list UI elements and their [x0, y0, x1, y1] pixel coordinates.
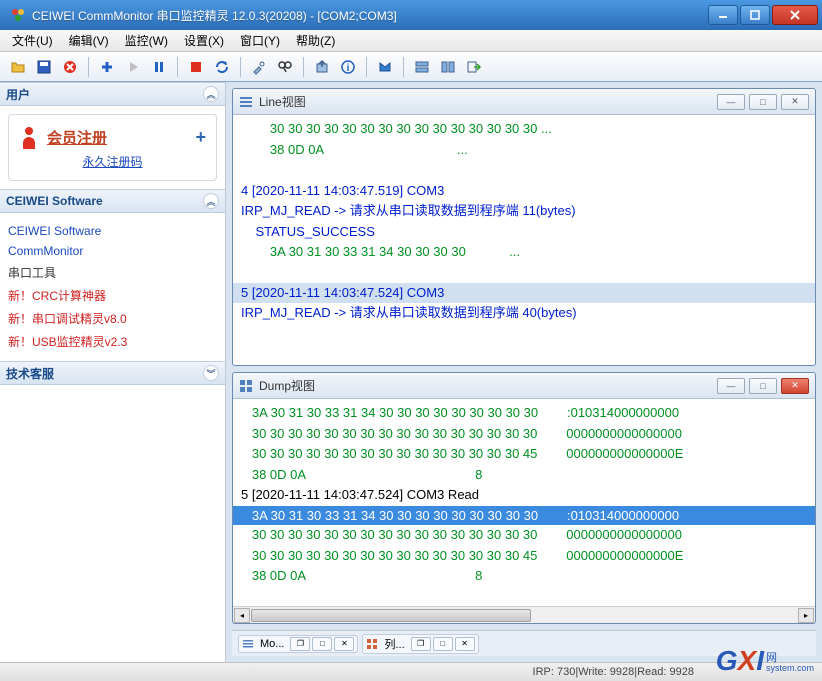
- tab-group-list: 列... ❐ □ ✕: [362, 634, 478, 654]
- menu-settings[interactable]: 设置(X): [176, 30, 232, 51]
- scroll-right-button[interactable]: ▸: [798, 608, 814, 623]
- exit-button[interactable]: [462, 55, 486, 79]
- line-view-title: Line视图: [259, 93, 717, 110]
- tab-maximize-button[interactable]: □: [433, 637, 453, 651]
- dump-view-header[interactable]: Dump视图 — □ ✕: [233, 373, 815, 399]
- tab-restore-button[interactable]: ❐: [290, 637, 310, 651]
- tab-restore-button[interactable]: ❐: [411, 637, 431, 651]
- pause-button[interactable]: [147, 55, 171, 79]
- software-panel-label: CEIWEI Software: [6, 194, 103, 208]
- add-icon[interactable]: +: [195, 127, 206, 148]
- sidebar-link-serial-debug[interactable]: 新！串口调试精灵v8.0: [8, 307, 217, 330]
- info-button[interactable]: i: [336, 55, 360, 79]
- line-view-window: Line视图 — □ ✕ 30 30 30 30 30 30 30 30 30 …: [232, 88, 816, 366]
- line-view-header[interactable]: Line视图 — □ ✕: [233, 89, 815, 115]
- menubar: 文件(U) 编辑(V) 监控(W) 设置(X) 窗口(Y) 帮助(Z): [0, 30, 822, 52]
- record-button[interactable]: [184, 55, 208, 79]
- layout1-button[interactable]: [410, 55, 434, 79]
- add-button[interactable]: [95, 55, 119, 79]
- sidebar: 用户 ︽ 会员注册 + 永久注册码 CEIWEI Software ︽ CEIW…: [0, 82, 226, 662]
- menu-help[interactable]: 帮助(Z): [288, 30, 343, 51]
- permanent-code-link[interactable]: 永久注册码: [82, 153, 142, 170]
- window-maximize-button[interactable]: [740, 5, 770, 25]
- help-button[interactable]: [373, 55, 397, 79]
- scroll-left-button[interactable]: ◂: [234, 608, 250, 623]
- tab-close-button[interactable]: ✕: [334, 637, 354, 651]
- statusbar: IRP: 730|Write: 9928|Read: 9928: [0, 662, 822, 681]
- sidebar-label-tools: 串口工具: [8, 261, 217, 284]
- chevron-up-icon[interactable]: ︽: [203, 86, 219, 102]
- support-panel-header[interactable]: 技术客服 ︾: [0, 361, 225, 385]
- list-icon: [242, 638, 254, 650]
- subwin-maximize-button[interactable]: □: [749, 94, 777, 110]
- find-button[interactable]: [273, 55, 297, 79]
- svg-text:i: i: [347, 63, 350, 74]
- app-icon: [10, 7, 26, 23]
- subwin-close-button[interactable]: ✕: [781, 94, 809, 110]
- menu-file[interactable]: 文件(U): [4, 30, 61, 51]
- tool-button[interactable]: [247, 55, 271, 79]
- sidebar-link-crc[interactable]: 新！CRC计算神器: [8, 284, 217, 307]
- tab-close-button[interactable]: ✕: [455, 637, 475, 651]
- watermark-logo: GXI 网system.com: [716, 637, 814, 677]
- tab-mo-label[interactable]: Mo...: [256, 638, 288, 650]
- window-close-button[interactable]: [772, 5, 818, 25]
- member-register-link[interactable]: 会员注册: [47, 127, 107, 148]
- person-icon: [19, 125, 39, 149]
- sidebar-link-commmonitor[interactable]: CommMonitor: [8, 241, 217, 261]
- support-panel-label: 技术客服: [6, 365, 54, 382]
- user-panel-header[interactable]: 用户 ︽: [0, 82, 225, 106]
- tab-group-mo: Mo... ❐ □ ✕: [238, 635, 358, 653]
- menu-edit[interactable]: 编辑(V): [61, 30, 117, 51]
- scroll-thumb[interactable]: [251, 609, 531, 622]
- software-panel-header[interactable]: CEIWEI Software ︽: [0, 189, 225, 213]
- list-icon: [239, 95, 253, 109]
- tab-maximize-button[interactable]: □: [312, 637, 332, 651]
- menu-window[interactable]: 窗口(Y): [232, 30, 288, 51]
- dump-view-window: Dump视图 — □ ✕ 3A 30 31 30 33 31 34 30 30 …: [232, 372, 816, 624]
- play-button[interactable]: [121, 55, 145, 79]
- open-button[interactable]: [6, 55, 30, 79]
- dump-view-title: Dump视图: [259, 377, 717, 394]
- save-button[interactable]: [32, 55, 56, 79]
- refresh-button[interactable]: [210, 55, 234, 79]
- horizontal-scrollbar[interactable]: ◂ ▸: [233, 606, 815, 623]
- subwin-maximize-button[interactable]: □: [749, 378, 777, 394]
- chevron-up-icon[interactable]: ︽: [203, 193, 219, 209]
- chevron-down-icon[interactable]: ︾: [203, 365, 219, 381]
- window-minimize-button[interactable]: [708, 5, 738, 25]
- stop-button[interactable]: [58, 55, 82, 79]
- grid-icon: [239, 379, 253, 393]
- user-panel-label: 用户: [6, 86, 30, 103]
- dump-view-content[interactable]: 3A 30 31 30 33 31 34 30 30 30 30 30 30 3…: [233, 399, 815, 606]
- subwin-minimize-button[interactable]: —: [717, 94, 745, 110]
- layout2-button[interactable]: [436, 55, 460, 79]
- export-button[interactable]: [310, 55, 334, 79]
- tab-list-label[interactable]: 列...: [380, 636, 408, 652]
- subwin-minimize-button[interactable]: —: [717, 378, 745, 394]
- line-view-content[interactable]: 30 30 30 30 30 30 30 30 30 30 30 30 30 3…: [233, 115, 815, 365]
- window-title: CEIWEI CommMonitor 串口监控精灵 12.0.3(20208) …: [32, 7, 708, 24]
- register-box: 会员注册 + 永久注册码: [8, 114, 217, 181]
- sidebar-link-ceiwei[interactable]: CEIWEI Software: [8, 221, 217, 241]
- grid-icon: [366, 638, 378, 650]
- window-titlebar: CEIWEI CommMonitor 串口监控精灵 12.0.3(20208) …: [0, 0, 822, 30]
- subwin-close-button[interactable]: ✕: [781, 378, 809, 394]
- sidebar-link-usb-monitor[interactable]: 新！USB监控精灵v2.3: [8, 330, 217, 353]
- content-area: Line视图 — □ ✕ 30 30 30 30 30 30 30 30 30 …: [226, 82, 822, 662]
- toolbar: i: [0, 52, 822, 82]
- menu-monitor[interactable]: 监控(W): [117, 30, 176, 51]
- status-text: IRP: 730|Write: 9928|Read: 9928: [533, 666, 694, 678]
